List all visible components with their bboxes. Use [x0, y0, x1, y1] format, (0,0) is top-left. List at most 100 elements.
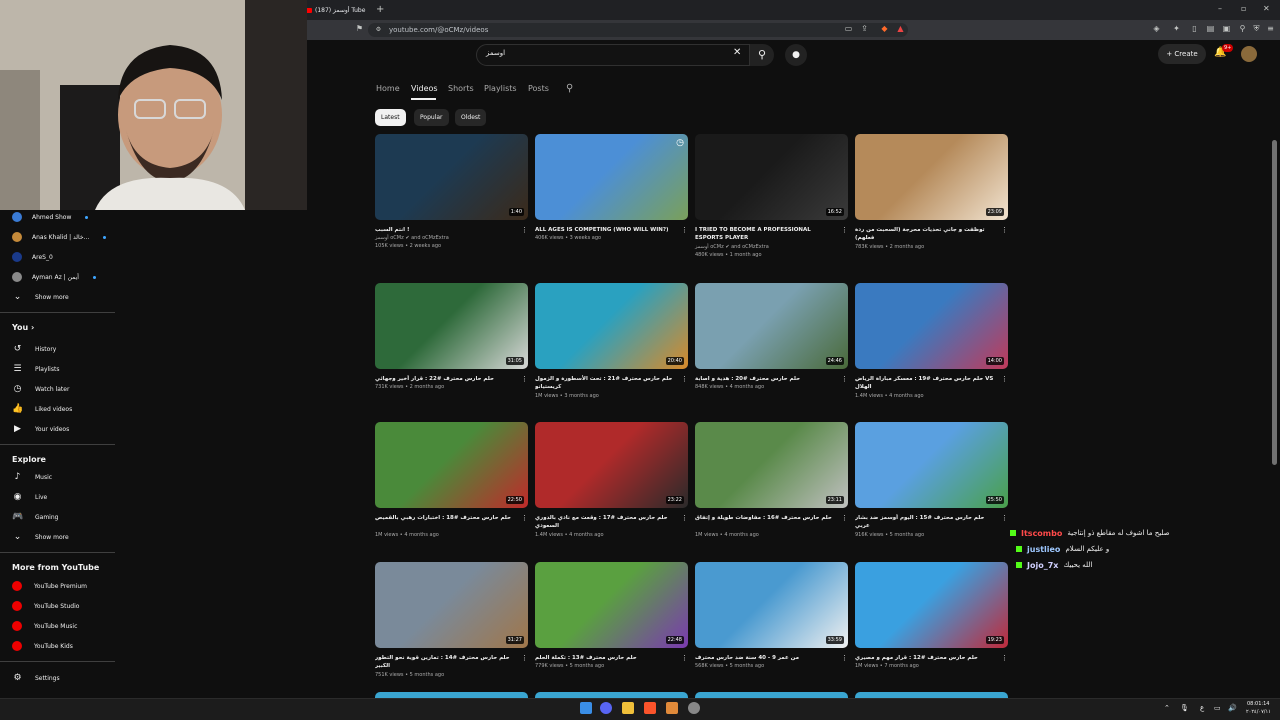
more-options-icon[interactable]: ⋮ — [681, 654, 688, 662]
language-indicator[interactable]: ع — [1200, 704, 1204, 712]
extension-icon[interactable]: ◈ — [1152, 24, 1161, 33]
video-thumbnail[interactable]: 23:11 — [695, 422, 848, 508]
video-thumbnail[interactable]: 31:27 — [375, 562, 528, 648]
sidebar-item-kids[interactable]: YouTube Kids — [12, 639, 73, 653]
video-title[interactable]: من عمر 9 - 40 سنة ضد حارس محترف — [695, 654, 835, 662]
account-avatar[interactable] — [1241, 46, 1257, 62]
more-options-icon[interactable]: ⋮ — [841, 514, 848, 522]
page-scrollbar[interactable] — [1272, 140, 1277, 465]
chip-latest[interactable]: Latest — [375, 109, 406, 126]
sidebar-item-your-videos[interactable]: ▶ Your videos — [12, 422, 69, 436]
tab-shorts[interactable]: Shorts — [448, 84, 474, 93]
minimize-icon[interactable]: – — [1218, 4, 1222, 13]
sidebar-item-premium[interactable]: YouTube Premium — [12, 579, 87, 593]
more-options-icon[interactable]: ⋮ — [841, 654, 848, 662]
sidebar-subscription[interactable]: Ayman Az | أيمن — [12, 270, 96, 284]
more-options-icon[interactable]: ⋮ — [521, 226, 528, 234]
video-card[interactable]: 16:52 I TRIED TO BECOME A PROFESSIONAL ES… — [695, 134, 849, 258]
chevron-up-icon[interactable]: ⌃ — [1164, 704, 1170, 712]
bookmark-icon[interactable]: ⚑ — [355, 24, 364, 33]
video-title[interactable]: حلم حارس محترف #17 : وقعت مع نادي بالدور… — [535, 514, 675, 530]
brave-shield-icon[interactable]: ◆ — [880, 24, 889, 33]
create-button[interactable]: + Create — [1158, 44, 1206, 64]
video-title[interactable]: I TRIED TO BECOME A PROFESSIONAL ESPORTS… — [695, 226, 835, 242]
more-options-icon[interactable]: ⋮ — [681, 514, 688, 522]
close-window-icon[interactable]: ✕ — [1263, 4, 1270, 13]
chip-popular[interactable]: Popular — [414, 109, 449, 126]
chip-oldest[interactable]: Oldest — [455, 109, 487, 126]
video-card[interactable]: 25:50 حلم حارس محترف #15 : اليوم أوسمز ضد… — [855, 422, 1009, 542]
video-card[interactable]: 24:46 حلم حارس محترف #20 : هدية و اصابة 84… — [695, 283, 849, 403]
share-icon[interactable]: ⇪ — [860, 24, 869, 33]
extensions-puzzle-icon[interactable]: ✦ — [1172, 24, 1181, 33]
more-options-icon[interactable]: ⋮ — [1001, 375, 1008, 383]
video-title[interactable]: حلم حارس محترف #19 : معسكر مباراة الرياض… — [855, 375, 995, 391]
more-options-icon[interactable]: ⋮ — [1001, 514, 1008, 522]
browser-tab[interactable]: أوسمز (187) Tube — [305, 3, 371, 18]
video-title[interactable]: حلم حارس محترف #14 : تمارين قوية نحو الت… — [375, 654, 515, 670]
sidebar-toggle-icon[interactable]: ▯ — [1190, 24, 1199, 33]
video-channel[interactable]: أوسمز oCMz ✔ and oCMzExtra — [375, 235, 449, 241]
video-card[interactable]: 14:00 حلم حارس محترف #19 : معسكر مباراة ا… — [855, 283, 1009, 403]
show-more-subscriptions[interactable]: ⌄ Show more — [12, 290, 69, 304]
more-options-icon[interactable]: ⋮ — [841, 375, 848, 383]
video-title[interactable]: ALL AGES IS COMPETING (WHO WILL WIN?) — [535, 226, 675, 234]
video-thumbnail[interactable]: 25:50 — [855, 422, 1008, 508]
video-card[interactable]: 22:48 حلم حارس محترف #13 : تكملة الحلم 779… — [535, 562, 689, 682]
video-card[interactable]: 31:05 حلم حارس محترف #22 : قرار أخير وجها… — [375, 283, 529, 403]
video-title[interactable]: حلم حارس محترف #12 : قرار مهم و مصيري — [855, 654, 995, 662]
channel-search-icon[interactable]: ⚲ — [566, 83, 573, 94]
sidebar-subscription[interactable]: Anas Khalid | خالد... — [12, 230, 107, 244]
video-thumbnail[interactable]: 23:22 — [535, 422, 688, 508]
sidebar-item-gaming[interactable]: 🎮 Gaming — [12, 510, 58, 524]
sidebar-item-playlists[interactable]: ☰ Playlists — [12, 362, 59, 376]
video-title[interactable]: حلم حارس محترف #18 : اختبارات رهبي بالقم… — [375, 514, 515, 530]
tab-posts[interactable]: Posts — [528, 84, 549, 93]
brave-rewards-icon[interactable]: ▲ — [896, 24, 905, 33]
discord-icon[interactable] — [600, 702, 612, 714]
video-thumbnail[interactable]: 24:46 — [695, 283, 848, 369]
video-title[interactable]: حلم حارس محترف #22 : قرار أخير وجهائي — [375, 375, 515, 383]
sidebar-item-music[interactable]: ♪ Music — [12, 470, 52, 484]
video-card[interactable]: 1:40 انتم السبب ! أوسمز oCMz ✔ and oCMzExt… — [375, 134, 529, 254]
more-options-icon[interactable]: ⋮ — [1001, 654, 1008, 662]
video-card[interactable]: 23:09 توظفت و جاني تحديات محرجة (السحبت م… — [855, 134, 1009, 254]
sidebar-item-history[interactable]: ↺ History — [12, 342, 57, 356]
video-thumbnail[interactable]: 14:00 — [855, 283, 1008, 369]
video-title[interactable]: حلم حارس محترف #20 : هدية و اصابة — [695, 375, 835, 383]
video-thumbnail[interactable]: 19:23 — [855, 562, 1008, 648]
file-explorer-icon[interactable] — [622, 702, 634, 714]
clear-search-icon[interactable]: ✕ — [733, 47, 741, 58]
sidebar-item-liked-videos[interactable]: 👍 Liked videos — [12, 402, 72, 416]
video-thumbnail[interactable]: 31:05 — [375, 283, 528, 369]
video-card[interactable]: 31:27 حلم حارس محترف #14 : تمارين قوية نح… — [375, 562, 529, 682]
sidebar-item-watch-later[interactable]: ◷ Watch later — [12, 382, 70, 396]
more-options-icon[interactable]: ⋮ — [521, 654, 528, 662]
video-thumbnail[interactable]: 20:40 — [535, 283, 688, 369]
search-button[interactable]: ⚲ — [750, 44, 774, 66]
clock-date[interactable]: ٢٠٢٤/٠٧/١١ — [1246, 709, 1271, 715]
search-input[interactable] — [476, 44, 750, 66]
more-options-icon[interactable]: ⋮ — [841, 226, 848, 234]
obs-icon[interactable] — [688, 702, 700, 714]
show-more-explore[interactable]: ⌄ Show more — [12, 530, 69, 544]
video-thumbnail[interactable]: 33:59 — [695, 562, 848, 648]
microphone-tray-icon[interactable]: 🎙 — [1180, 704, 1189, 712]
tab-videos[interactable]: Videos — [411, 84, 438, 93]
sidebar-item-music-app[interactable]: YouTube Music — [12, 619, 77, 633]
site-info-icon[interactable]: ⚙ — [374, 25, 383, 34]
menu-icon[interactable]: ≡ — [1266, 24, 1275, 33]
video-title[interactable]: حلم حارس محترف #15 : اليوم أوسمز ضد بشار… — [855, 514, 995, 530]
shield-icon[interactable]: ⛨ — [1252, 24, 1261, 33]
you-section-heading[interactable]: You › — [12, 323, 34, 332]
video-thumbnail[interactable]: 1:40 — [375, 134, 528, 220]
sidebar-item-settings[interactable]: ⚙ Settings — [12, 671, 59, 685]
video-card[interactable]: ◷ ALL AGES IS COMPETING (WHO WILL WIN?) 40… — [535, 134, 689, 254]
brave-browser-icon[interactable] — [644, 702, 656, 714]
video-thumbnail[interactable]: 16:52 — [695, 134, 848, 220]
video-card[interactable]: 20:40 حلم حارس محترف #21 : تحت الأسطورة و… — [535, 283, 689, 403]
more-options-icon[interactable]: ⋮ — [681, 226, 688, 234]
sidebar-subscription[interactable]: AreS_0 — [12, 250, 53, 264]
video-card[interactable]: 23:22 حلم حارس محترف #17 : وقعت مع نادي ب… — [535, 422, 689, 542]
maximize-icon[interactable]: ▫ — [1241, 4, 1246, 13]
